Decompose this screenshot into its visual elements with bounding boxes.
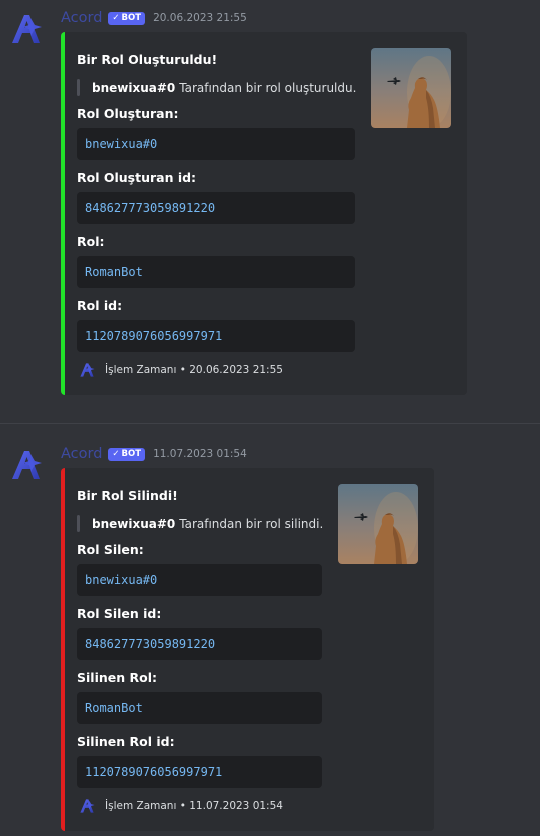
embed-footer: İşlem Zamanı • 20.06.2023 21:55	[79, 362, 283, 378]
field-value-code: 1120789076056997971	[77, 756, 322, 788]
field-label: Silinen Rol id:	[77, 734, 175, 749]
message-header: Acord ✓ BOT 20.06.2023 21:55	[61, 10, 247, 26]
embed-role-created: Bir Rol Oluşturuldu! bnewixua#0 Tarafınd…	[61, 32, 467, 395]
username[interactable]: Acord	[61, 10, 102, 26]
embed-role-deleted: Bir Rol Silindi! bnewixua#0 Tarafından b…	[61, 468, 434, 831]
field-label: Rol Oluşturan id:	[77, 170, 197, 185]
field-label: Rol Silen id:	[77, 606, 162, 621]
field-label: Rol:	[77, 234, 105, 249]
bot-badge: ✓ BOT	[108, 11, 146, 25]
field-value-code: 848627773059891220	[77, 192, 355, 224]
field-label: Rol Silen:	[77, 542, 144, 557]
username[interactable]: Acord	[61, 446, 102, 462]
footer-text: İşlem Zamanı • 20.06.2023 21:55	[105, 364, 283, 376]
embed-quote: bnewixua#0 Tarafından bir rol silindi.	[77, 515, 323, 532]
roman-statue-thumbnail[interactable]	[371, 48, 451, 128]
quote-user: bnewixua#0	[92, 516, 176, 531]
field-label: Rol Oluşturan:	[77, 106, 179, 121]
field-value-code: 1120789076056997971	[77, 320, 355, 352]
quote-text: Tarafından bir rol oluşturuldu.	[179, 80, 357, 95]
acord-logo-icon[interactable]	[9, 12, 43, 46]
field-value-code: bnewixua#0	[77, 564, 322, 596]
embed-footer: İşlem Zamanı • 11.07.2023 01:54	[79, 798, 283, 814]
field-value-code: RomanBot	[77, 692, 322, 724]
acord-logo-icon[interactable]	[9, 448, 43, 482]
roman-statue-thumbnail[interactable]	[338, 484, 418, 564]
embed-title: Bir Rol Silindi!	[77, 488, 178, 503]
quote-text: Tarafından bir rol silindi.	[179, 516, 324, 531]
field-label: Rol id:	[77, 298, 123, 313]
embed-title: Bir Rol Oluşturuldu!	[77, 52, 218, 67]
acord-logo-icon	[79, 798, 95, 814]
quote-user: bnewixua#0	[92, 80, 176, 95]
message-header: Acord ✓ BOT 11.07.2023 01:54	[61, 446, 247, 462]
field-value-code: RomanBot	[77, 256, 355, 288]
field-value-code: 848627773059891220	[77, 628, 322, 660]
field-value-code: bnewixua#0	[77, 128, 355, 160]
quote-bar	[77, 515, 80, 532]
timestamp[interactable]: 20.06.2023 21:55	[153, 12, 247, 24]
message-divider	[0, 423, 540, 424]
checkmark-icon: ✓	[112, 448, 120, 459]
timestamp[interactable]: 11.07.2023 01:54	[153, 448, 247, 460]
checkmark-icon: ✓	[112, 12, 120, 23]
acord-logo-icon	[79, 362, 95, 378]
embed-quote: bnewixua#0 Tarafından bir rol oluşturuld…	[77, 79, 356, 96]
quote-bar	[77, 79, 80, 96]
footer-text: İşlem Zamanı • 11.07.2023 01:54	[105, 800, 283, 812]
field-label: Silinen Rol:	[77, 670, 157, 685]
bot-badge: ✓ BOT	[108, 447, 146, 461]
